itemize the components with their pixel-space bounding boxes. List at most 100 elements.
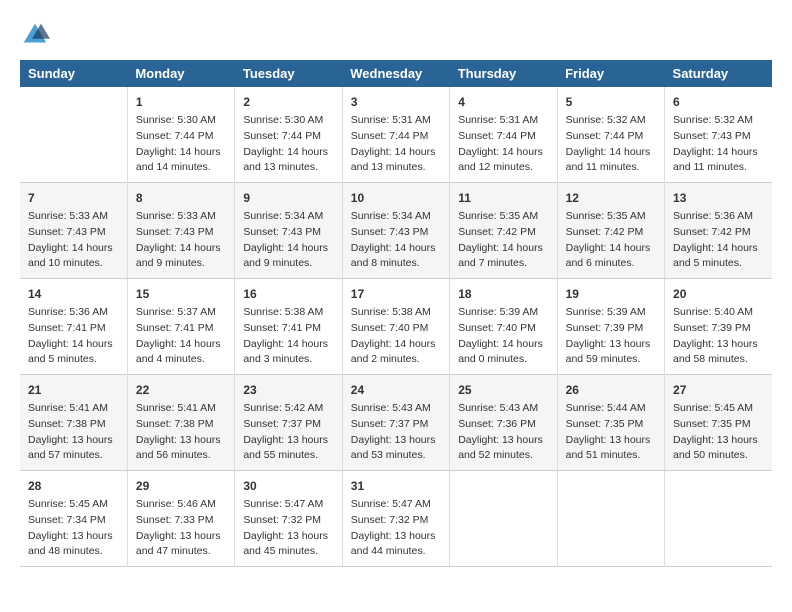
- day-content: Sunrise: 5:33 AM Sunset: 7:43 PM Dayligh…: [136, 210, 221, 269]
- day-content: Sunrise: 5:37 AM Sunset: 7:41 PM Dayligh…: [136, 306, 221, 365]
- header-cell-thursday: Thursday: [450, 60, 557, 87]
- day-content: Sunrise: 5:41 AM Sunset: 7:38 PM Dayligh…: [28, 402, 113, 461]
- calendar-cell: 21 Sunrise: 5:41 AM Sunset: 7:38 PM Dayli…: [20, 375, 127, 471]
- logo: [20, 20, 54, 50]
- day-number: 23: [243, 381, 333, 399]
- calendar-header: SundayMondayTuesdayWednesdayThursdayFrid…: [20, 60, 772, 87]
- day-number: 26: [566, 381, 656, 399]
- day-number: 17: [351, 285, 441, 303]
- header-cell-wednesday: Wednesday: [342, 60, 449, 87]
- day-number: 28: [28, 477, 119, 495]
- calendar-cell: 18Sunrise: 5:39 AM Sunset: 7:40 PM Dayli…: [450, 279, 557, 375]
- header-cell-sunday: Sunday: [20, 60, 127, 87]
- calendar-cell: 2 Sunrise: 5:30 AM Sunset: 7:44 PM Daylig…: [235, 87, 342, 183]
- header-cell-saturday: Saturday: [665, 60, 772, 87]
- day-number: 10: [351, 189, 441, 207]
- day-number: 30: [243, 477, 333, 495]
- calendar-cell: [20, 87, 127, 183]
- day-number: 11: [458, 189, 548, 207]
- day-content: Sunrise: 5:38 AM Sunset: 7:40 PM Dayligh…: [351, 306, 436, 365]
- calendar-cell: 22 Sunrise: 5:41 AM Sunset: 7:38 PM Dayli…: [127, 375, 234, 471]
- calendar-cell: 28 Sunrise: 5:45 AM Sunset: 7:34 PM Dayli…: [20, 471, 127, 567]
- calendar-cell: 6 Sunrise: 5:32 AM Sunset: 7:43 PM Daylig…: [665, 87, 772, 183]
- day-number: 19: [566, 285, 656, 303]
- calendar-cell: 5 Sunrise: 5:32 AM Sunset: 7:44 PM Daylig…: [557, 87, 664, 183]
- calendar-body: 1Sunrise: 5:30 AM Sunset: 7:44 PM Daylig…: [20, 87, 772, 567]
- day-content: Sunrise: 5:34 AM Sunset: 7:43 PM Dayligh…: [243, 210, 328, 269]
- calendar-cell: 15Sunrise: 5:37 AM Sunset: 7:41 PM Dayli…: [127, 279, 234, 375]
- day-content: Sunrise: 5:39 AM Sunset: 7:39 PM Dayligh…: [566, 306, 651, 365]
- day-content: Sunrise: 5:45 AM Sunset: 7:35 PM Dayligh…: [673, 402, 758, 461]
- logo-icon: [20, 20, 50, 50]
- calendar-cell: 17 Sunrise: 5:38 AM Sunset: 7:40 PM Dayli…: [342, 279, 449, 375]
- week-row-4: 21 Sunrise: 5:41 AM Sunset: 7:38 PM Dayli…: [20, 375, 772, 471]
- calendar-cell: 9Sunrise: 5:34 AM Sunset: 7:43 PM Daylig…: [235, 183, 342, 279]
- calendar-cell: 16 Sunrise: 5:38 AM Sunset: 7:41 PM Dayli…: [235, 279, 342, 375]
- week-row-2: 7 Sunrise: 5:33 AM Sunset: 7:43 PM Daylig…: [20, 183, 772, 279]
- day-content: Sunrise: 5:31 AM Sunset: 7:44 PM Dayligh…: [351, 114, 436, 173]
- calendar-cell: 24 Sunrise: 5:43 AM Sunset: 7:37 PM Dayli…: [342, 375, 449, 471]
- calendar-cell: 26 Sunrise: 5:44 AM Sunset: 7:35 PM Dayli…: [557, 375, 664, 471]
- calendar-cell: 27 Sunrise: 5:45 AM Sunset: 7:35 PM Dayli…: [665, 375, 772, 471]
- day-content: Sunrise: 5:36 AM Sunset: 7:42 PM Dayligh…: [673, 210, 758, 269]
- calendar-cell: 10 Sunrise: 5:34 AM Sunset: 7:43 PM Dayli…: [342, 183, 449, 279]
- day-content: Sunrise: 5:31 AM Sunset: 7:44 PM Dayligh…: [458, 114, 543, 173]
- day-content: Sunrise: 5:44 AM Sunset: 7:35 PM Dayligh…: [566, 402, 651, 461]
- day-number: 21: [28, 381, 119, 399]
- calendar-cell: 1Sunrise: 5:30 AM Sunset: 7:44 PM Daylig…: [127, 87, 234, 183]
- calendar-cell: 23 Sunrise: 5:42 AM Sunset: 7:37 PM Dayli…: [235, 375, 342, 471]
- calendar-table: SundayMondayTuesdayWednesdayThursdayFrid…: [20, 60, 772, 567]
- day-number: 25: [458, 381, 548, 399]
- day-content: Sunrise: 5:32 AM Sunset: 7:44 PM Dayligh…: [566, 114, 651, 173]
- header-cell-monday: Monday: [127, 60, 234, 87]
- calendar-cell: 19 Sunrise: 5:39 AM Sunset: 7:39 PM Dayli…: [557, 279, 664, 375]
- day-content: Sunrise: 5:43 AM Sunset: 7:37 PM Dayligh…: [351, 402, 436, 461]
- day-number: 12: [566, 189, 656, 207]
- day-content: Sunrise: 5:45 AM Sunset: 7:34 PM Dayligh…: [28, 498, 113, 557]
- calendar-cell: 11 Sunrise: 5:35 AM Sunset: 7:42 PM Dayli…: [450, 183, 557, 279]
- day-content: Sunrise: 5:35 AM Sunset: 7:42 PM Dayligh…: [458, 210, 543, 269]
- day-number: 5: [566, 93, 656, 111]
- calendar-cell: 8 Sunrise: 5:33 AM Sunset: 7:43 PM Daylig…: [127, 183, 234, 279]
- calendar-cell: 30 Sunrise: 5:47 AM Sunset: 7:32 PM Dayli…: [235, 471, 342, 567]
- calendar-cell: 25 Sunrise: 5:43 AM Sunset: 7:36 PM Dayli…: [450, 375, 557, 471]
- day-number: 2: [243, 93, 333, 111]
- calendar-cell: [665, 471, 772, 567]
- day-number: 6: [673, 93, 764, 111]
- day-number: 24: [351, 381, 441, 399]
- day-number: 18: [458, 285, 548, 303]
- day-number: 27: [673, 381, 764, 399]
- calendar-cell: 3 Sunrise: 5:31 AM Sunset: 7:44 PM Daylig…: [342, 87, 449, 183]
- day-content: Sunrise: 5:40 AM Sunset: 7:39 PM Dayligh…: [673, 306, 758, 365]
- page-header: [20, 20, 772, 50]
- day-number: 22: [136, 381, 226, 399]
- day-number: 31: [351, 477, 441, 495]
- day-number: 16: [243, 285, 333, 303]
- day-number: 7: [28, 189, 119, 207]
- day-number: 3: [351, 93, 441, 111]
- calendar-cell: [450, 471, 557, 567]
- calendar-cell: 14Sunrise: 5:36 AM Sunset: 7:41 PM Dayli…: [20, 279, 127, 375]
- header-cell-tuesday: Tuesday: [235, 60, 342, 87]
- day-content: Sunrise: 5:32 AM Sunset: 7:43 PM Dayligh…: [673, 114, 758, 173]
- header-row: SundayMondayTuesdayWednesdayThursdayFrid…: [20, 60, 772, 87]
- day-number: 4: [458, 93, 548, 111]
- day-content: Sunrise: 5:46 AM Sunset: 7:33 PM Dayligh…: [136, 498, 221, 557]
- day-content: Sunrise: 5:43 AM Sunset: 7:36 PM Dayligh…: [458, 402, 543, 461]
- calendar-cell: 20Sunrise: 5:40 AM Sunset: 7:39 PM Dayli…: [665, 279, 772, 375]
- calendar-cell: [557, 471, 664, 567]
- calendar-cell: 12 Sunrise: 5:35 AM Sunset: 7:42 PM Dayli…: [557, 183, 664, 279]
- day-content: Sunrise: 5:47 AM Sunset: 7:32 PM Dayligh…: [243, 498, 328, 557]
- day-content: Sunrise: 5:41 AM Sunset: 7:38 PM Dayligh…: [136, 402, 221, 461]
- day-content: Sunrise: 5:35 AM Sunset: 7:42 PM Dayligh…: [566, 210, 651, 269]
- day-content: Sunrise: 5:34 AM Sunset: 7:43 PM Dayligh…: [351, 210, 436, 269]
- day-content: Sunrise: 5:30 AM Sunset: 7:44 PM Dayligh…: [243, 114, 328, 173]
- calendar-cell: 13Sunrise: 5:36 AM Sunset: 7:42 PM Dayli…: [665, 183, 772, 279]
- week-row-3: 14Sunrise: 5:36 AM Sunset: 7:41 PM Dayli…: [20, 279, 772, 375]
- day-content: Sunrise: 5:42 AM Sunset: 7:37 PM Dayligh…: [243, 402, 328, 461]
- day-content: Sunrise: 5:38 AM Sunset: 7:41 PM Dayligh…: [243, 306, 328, 365]
- calendar-cell: 7Sunrise: 5:33 AM Sunset: 7:43 PM Daylig…: [20, 183, 127, 279]
- day-number: 29: [136, 477, 226, 495]
- day-number: 8: [136, 189, 226, 207]
- week-row-5: 28 Sunrise: 5:45 AM Sunset: 7:34 PM Dayli…: [20, 471, 772, 567]
